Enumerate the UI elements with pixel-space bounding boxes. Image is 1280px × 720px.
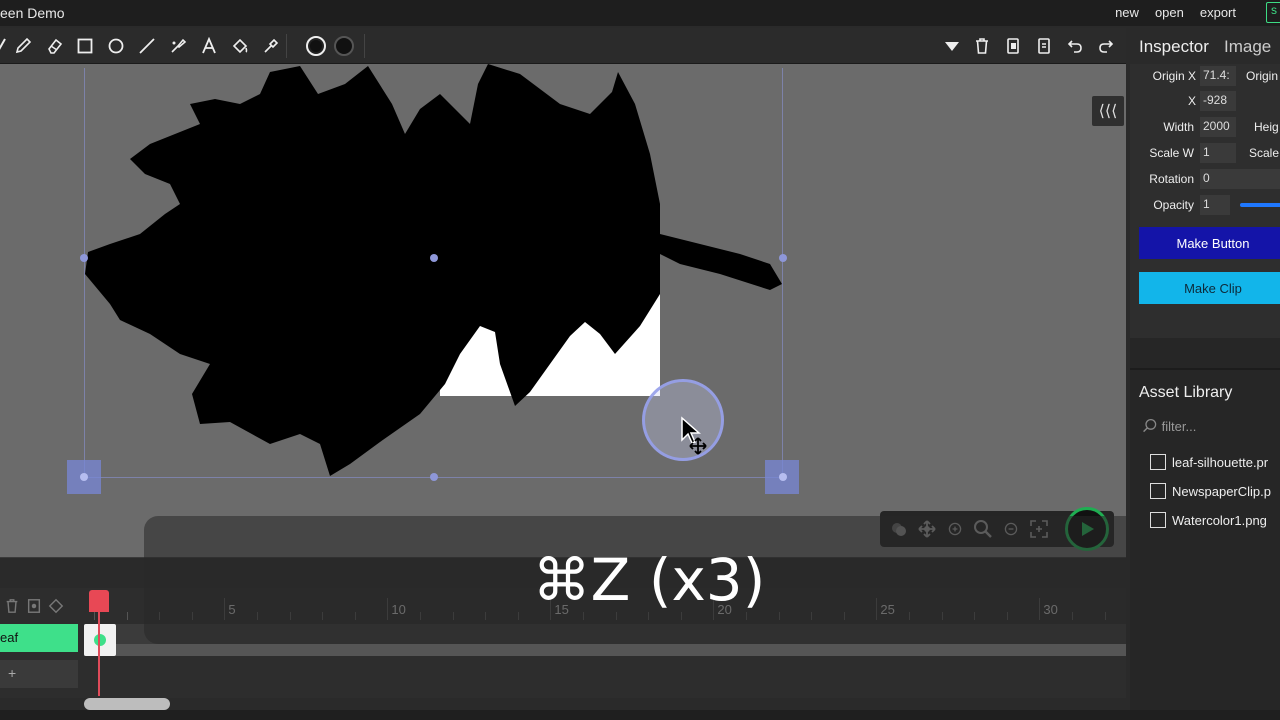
ruler-tick (94, 612, 95, 620)
keyframe-dot (94, 634, 106, 646)
resize-handle-bottom[interactable] (430, 473, 438, 481)
bottom-strip (0, 710, 1280, 720)
duplicate-layer-icon[interactable] (26, 598, 42, 614)
inspector-header: Inspector Image (1130, 28, 1280, 64)
scale-w-label: Scale W (1149, 146, 1194, 160)
selection-border-right (782, 68, 783, 478)
keyframe-icon[interactable] (48, 598, 64, 614)
x-input[interactable]: -928 (1200, 91, 1236, 111)
ruler-tick (126, 612, 128, 620)
opacity-input[interactable]: 1 (1200, 195, 1230, 215)
line-icon[interactable] (135, 34, 159, 58)
opacity-slider[interactable] (1240, 203, 1280, 207)
inspector-subtitle: Image (1224, 37, 1272, 56)
menu-export[interactable]: export (1200, 5, 1236, 20)
share-button[interactable]: s (1266, 2, 1280, 23)
eyedropper-icon[interactable] (259, 34, 283, 58)
window-title: een Demo (0, 5, 65, 21)
origin-x-label: Origin X (1152, 69, 1196, 83)
asset-item[interactable]: leaf-silhouette.pr (1150, 451, 1280, 473)
playhead-handle[interactable] (89, 590, 109, 612)
rectangle-icon[interactable] (73, 34, 97, 58)
asset-library-title: Asset Library (1139, 384, 1233, 401)
asset-filter-placeholder: filter... (1161, 419, 1197, 434)
ellipse-icon[interactable] (104, 34, 128, 58)
width-input[interactable]: 2000 (1200, 117, 1236, 137)
top-menu: new open export (1115, 5, 1266, 20)
collapse-panel-icon[interactable]: ⟨⟨⟨ (1092, 96, 1124, 126)
origin-y-label: Origin (1246, 69, 1279, 83)
inspector-panel: Inspector Image Origin X 71.4: Origin X … (1130, 28, 1280, 710)
dropdown-arrow-icon[interactable] (940, 34, 964, 58)
fill-color-icon[interactable] (332, 34, 356, 58)
text-icon[interactable] (197, 34, 221, 58)
origin-point[interactable] (430, 254, 438, 262)
asset-item[interactable]: NewspaperClip.p (1150, 480, 1280, 502)
corner-point-bottom-left (80, 473, 88, 481)
asset-item-label: Watercolor1.png (1172, 512, 1267, 528)
origin-x-input[interactable]: 71.4: (1200, 66, 1236, 86)
timeline-scrollbar[interactable] (84, 698, 170, 710)
inspector-properties: Origin X 71.4: Origin X -928 Width 2000 … (1130, 64, 1280, 338)
app-window: een Demo new open export s ⟨⟨⟨ eaf + ⌘Z … (0, 0, 1280, 720)
toolbar (0, 28, 1126, 64)
toolbar-divider (286, 34, 287, 58)
add-layer-button[interactable]: + (0, 660, 78, 688)
paste-icon[interactable] (1032, 34, 1056, 58)
menu-open[interactable]: open (1155, 5, 1184, 20)
mouse-pointer-icon (681, 416, 707, 455)
width-label: Width (1163, 120, 1194, 134)
eraser-icon[interactable] (43, 34, 67, 58)
pencil-icon[interactable] (11, 34, 35, 58)
drawing-canvas[interactable]: ⟨⟨⟨ (0, 64, 1126, 558)
height-label: Heig (1254, 120, 1279, 134)
image-file-icon (1150, 512, 1166, 528)
scale-w-input[interactable]: 1 (1200, 143, 1236, 163)
image-file-icon (1150, 483, 1166, 499)
toolbar-divider (364, 34, 365, 58)
delete-layer-icon[interactable] (4, 598, 20, 614)
redo-icon[interactable] (1094, 34, 1118, 58)
layer-row-leaf[interactable]: eaf (0, 624, 78, 652)
rotation-label: Rotation (1149, 172, 1194, 186)
trash-icon[interactable] (970, 34, 994, 58)
search-icon (1143, 418, 1157, 433)
title-bar: een Demo new open export s (0, 0, 1280, 26)
asset-item-label: leaf-silhouette.pr (1172, 454, 1269, 470)
scale-h-label: Scale (1249, 146, 1280, 160)
image-file-icon (1150, 454, 1166, 470)
inspector-title: Inspector (1139, 37, 1209, 56)
fill-bucket-icon[interactable] (228, 34, 252, 58)
layer-tools (4, 598, 64, 614)
keystroke-overlay: ⌘Z (x3) (144, 516, 1154, 644)
x-label: X (1187, 94, 1196, 108)
opacity-label: Opacity (1153, 198, 1194, 212)
rotation-input[interactable]: 0 (1200, 169, 1280, 189)
make-button-button[interactable]: Make Button (1139, 227, 1280, 259)
keystroke-text: ⌘Z (x3) (532, 546, 766, 614)
copy-icon[interactable] (1001, 34, 1025, 58)
keyframe[interactable] (84, 624, 116, 656)
brush-icon[interactable] (166, 34, 190, 58)
menu-new[interactable]: new (1115, 5, 1139, 20)
leaf-silhouette-image[interactable] (0, 64, 1126, 558)
panel-divider (1130, 368, 1280, 370)
resize-handle-right[interactable] (779, 254, 787, 262)
corner-point-bottom-right (779, 473, 787, 481)
layers-panel: eaf + (0, 588, 80, 698)
selection-border-left (84, 68, 85, 478)
undo-icon[interactable] (1063, 34, 1087, 58)
make-clip-button[interactable]: Make Clip (1139, 272, 1280, 304)
resize-handle-left[interactable] (80, 254, 88, 262)
asset-item-label: NewspaperClip.p (1172, 483, 1271, 499)
playhead-line (98, 604, 100, 696)
asset-filter-input[interactable]: filter... (1142, 418, 1280, 438)
layer-frames-track-lower (84, 644, 1126, 656)
stroke-color-icon[interactable] (304, 34, 328, 58)
asset-item[interactable]: Watercolor1.png (1150, 509, 1280, 531)
